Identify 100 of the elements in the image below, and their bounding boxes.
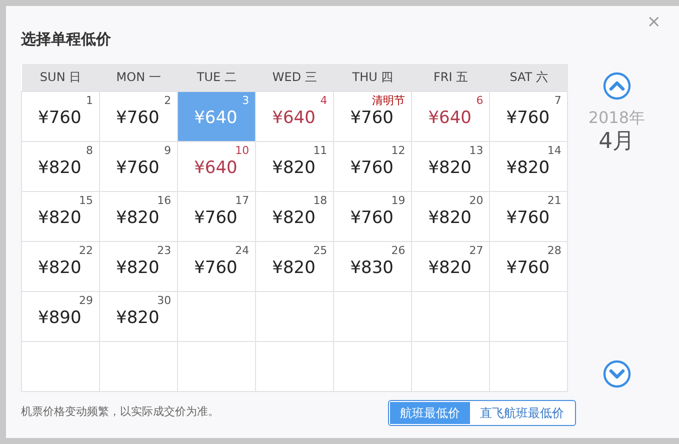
day-cell[interactable]: 1 ¥760	[22, 91, 100, 141]
day-number: 1	[85, 94, 94, 106]
day-cell[interactable]: 4 ¥640	[256, 91, 334, 141]
price-note: 机票价格变动频繁，以实际成交价为准。	[21, 404, 219, 420]
day-number: 18	[312, 194, 328, 206]
fare-price: ¥820	[427, 156, 472, 178]
day-cell[interactable]: 11 ¥820	[256, 141, 334, 191]
day-cell[interactable]: 9 ¥760	[100, 141, 178, 191]
fare-price: ¥820	[427, 206, 472, 228]
day-number: 14	[546, 144, 562, 156]
day-number: 16	[156, 194, 172, 206]
fare-price: ¥640	[193, 106, 238, 128]
day-number: 8	[85, 144, 94, 156]
fare-price: ¥820	[115, 306, 160, 328]
fare-price: ¥820	[505, 156, 551, 178]
day-cell[interactable]: 15 ¥820	[22, 191, 100, 241]
fare-price: ¥760	[193, 256, 238, 278]
fare-price: ¥820	[37, 156, 82, 178]
day-cell[interactable]: 21 ¥760	[490, 191, 568, 241]
fare-price: ¥820	[271, 206, 316, 228]
day-number: 21	[546, 194, 562, 206]
fare-price: ¥820	[115, 206, 160, 228]
month-label: 4月	[598, 128, 635, 156]
fare-price: ¥820	[115, 256, 160, 278]
fare-price: ¥760	[505, 256, 551, 278]
day-number: 20	[468, 194, 484, 206]
day-cell[interactable]: 18 ¥820	[256, 191, 334, 241]
day-cell[interactable]: 16 ¥820	[100, 191, 178, 241]
fare-price: ¥760	[115, 156, 160, 178]
day-number: 22	[78, 244, 94, 256]
day-number: 13	[468, 144, 484, 156]
fare-price: ¥820	[37, 206, 82, 228]
day-cell[interactable]: 10 ¥640	[178, 141, 256, 191]
day-number: 9	[163, 144, 172, 156]
day-number: 2	[163, 94, 172, 106]
weekday-header: MON 一	[100, 64, 178, 91]
fare-price: ¥760	[349, 206, 394, 228]
day-number: 15	[78, 194, 94, 206]
day-cell[interactable]: 22 ¥820	[22, 241, 100, 291]
fare-price: ¥760	[37, 106, 82, 128]
fare-price: ¥760	[505, 106, 551, 128]
dialog-title: 选择单程低价	[21, 29, 112, 50]
fare-price: ¥760	[115, 106, 160, 128]
day-cell[interactable]: 27 ¥820	[412, 241, 490, 291]
day-cell[interactable]: 8 ¥820	[22, 141, 100, 191]
day-cell[interactable]: 13 ¥820	[412, 141, 490, 191]
day-cell[interactable]: 7 ¥760	[490, 91, 568, 141]
day-number: 25	[312, 244, 328, 256]
day-number: 6	[475, 94, 484, 106]
weekday-header: THU 四	[334, 64, 412, 91]
day-cell[interactable]: 20 ¥820	[412, 191, 490, 241]
day-cell[interactable]: 17 ¥760	[178, 191, 256, 241]
day-cell[interactable]: 26 ¥830	[334, 241, 412, 291]
day-number: 17	[234, 194, 250, 206]
fare-price: ¥760	[193, 206, 238, 228]
day-number: 24	[234, 244, 250, 256]
day-cell[interactable]: 14 ¥820	[490, 141, 568, 191]
weekday-header: SUN 日	[22, 64, 100, 91]
holiday-label: 清明节	[371, 94, 406, 106]
weekday-header: TUE 二	[178, 64, 256, 91]
day-cell[interactable]: 12 ¥760	[334, 141, 412, 191]
fare-price: ¥820	[427, 256, 472, 278]
day-cell[interactable]: 29 ¥890	[22, 291, 100, 341]
day-number: 29	[78, 294, 94, 306]
fare-price: ¥640	[271, 106, 316, 128]
day-number: 19	[390, 194, 406, 206]
next-month-button[interactable]	[602, 360, 631, 388]
day-cell[interactable]: 24 ¥760	[178, 241, 256, 291]
day-number: 11	[312, 144, 328, 156]
fare-price: ¥760	[505, 206, 551, 228]
fare-price: ¥760	[349, 106, 394, 128]
day-number: 3	[241, 94, 250, 106]
day-number: 27	[468, 244, 484, 256]
fare-price: ¥890	[37, 306, 82, 328]
weekday-header: SAT 六	[490, 64, 568, 91]
fare-price: ¥820	[37, 256, 82, 278]
day-cell[interactable]: 28 ¥760	[490, 241, 568, 291]
day-cell[interactable]: 19 ¥760	[334, 191, 412, 241]
day-cell[interactable]: 清明节 ¥760	[334, 91, 412, 141]
day-cell[interactable]: 30 ¥820	[100, 291, 178, 341]
day-number: 23	[156, 244, 172, 256]
fare-price: ¥640	[193, 156, 238, 178]
day-number: 10	[234, 144, 250, 156]
day-cell[interactable]: 6 ¥640	[412, 91, 490, 141]
day-number: 4	[319, 94, 328, 106]
fare-price: ¥820	[271, 156, 316, 178]
fare-price: ¥640	[427, 106, 472, 128]
fare-price: ¥760	[349, 156, 394, 178]
previous-month-button[interactable]	[602, 72, 631, 100]
day-number: 30	[156, 294, 172, 306]
day-number: 7	[553, 94, 562, 106]
day-cell[interactable]: 23 ¥820	[100, 241, 178, 291]
day-number: 26	[390, 244, 406, 256]
weekday-header: WED 三	[256, 64, 334, 91]
fare-price: ¥820	[271, 256, 316, 278]
day-number: 12	[390, 144, 406, 156]
fare-price: ¥830	[349, 256, 394, 278]
year-label: 2018年	[588, 108, 646, 128]
day-cell[interactable]: 25 ¥820	[256, 241, 334, 291]
weekday-header: FRI 五	[412, 64, 490, 91]
